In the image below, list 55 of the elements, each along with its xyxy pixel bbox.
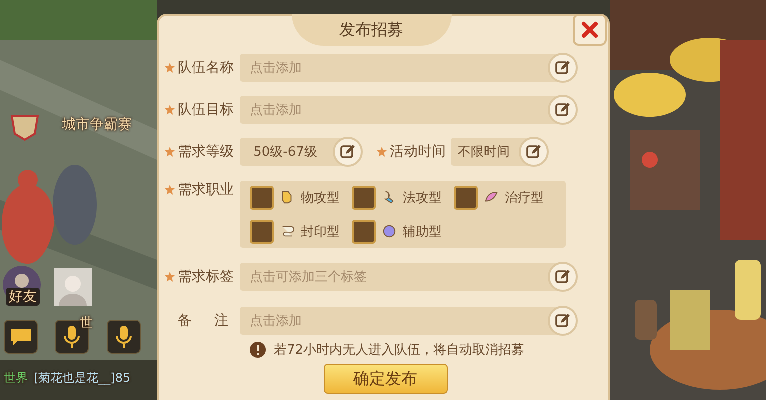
- edit-button[interactable]: [548, 53, 578, 83]
- edit-button[interactable]: [548, 262, 578, 292]
- microphone-icon: [115, 325, 133, 349]
- checkbox[interactable]: [250, 220, 274, 244]
- asterisk-icon: [165, 185, 175, 195]
- edit-button[interactable]: [548, 306, 578, 336]
- asterisk-icon: [165, 105, 175, 115]
- confirm-button[interactable]: 确定发布: [324, 364, 448, 394]
- asterisk-icon: [165, 63, 175, 73]
- edit-icon: [555, 269, 571, 285]
- chat-button[interactable]: [4, 320, 38, 354]
- field-label: 队伍目标: [165, 101, 240, 119]
- microphone-icon: [63, 325, 81, 349]
- event-label[interactable]: 城市争霸赛: [62, 116, 132, 134]
- portrait-icon: [54, 268, 92, 306]
- job-label: 辅助型: [403, 224, 442, 240]
- speech-bubble-icon: [9, 327, 33, 347]
- checkbox[interactable]: [352, 186, 376, 210]
- job-label: 物攻型: [301, 190, 340, 206]
- edit-button[interactable]: [519, 137, 549, 167]
- field-label: 活动时间: [377, 143, 449, 161]
- field-label: 需求等级: [165, 143, 240, 161]
- asterisk-icon: [377, 147, 387, 157]
- chat-message: [菊花也是花__]85: [34, 370, 131, 387]
- friends-label[interactable]: 好友: [6, 288, 40, 306]
- job-label: 封印型: [301, 224, 340, 240]
- orb-icon: [382, 224, 397, 239]
- edit-icon: [555, 102, 571, 118]
- edit-icon: [555, 313, 571, 329]
- dialog-title: 发布招募: [292, 14, 452, 46]
- chat-channel: 世界: [4, 370, 28, 387]
- checkbox[interactable]: [352, 220, 376, 244]
- asterisk-icon: [165, 272, 175, 282]
- field-label: 队伍名称: [165, 59, 240, 77]
- close-icon: [581, 21, 599, 39]
- channel-label: 世: [80, 315, 93, 332]
- job-label: 治疗型: [505, 190, 544, 206]
- checkbox[interactable]: [250, 186, 274, 210]
- edit-button[interactable]: [333, 137, 363, 167]
- job-label: 法攻型: [403, 190, 442, 206]
- asterisk-icon: [165, 147, 175, 157]
- voice-button[interactable]: [107, 320, 141, 354]
- field-label: 需求职业: [165, 181, 240, 199]
- field-label: 备 注: [177, 312, 230, 330]
- field-label: 需求标签: [165, 268, 240, 286]
- edit-button[interactable]: [548, 95, 578, 125]
- emblem-icon: [8, 112, 42, 142]
- edit-icon: [340, 144, 356, 160]
- notice-text: 若72小时内无人进入队伍，将自动取消招募: [274, 342, 525, 359]
- checkbox[interactable]: [454, 186, 478, 210]
- warning-icon: [250, 342, 266, 358]
- edit-icon: [526, 144, 542, 160]
- close-button[interactable]: [573, 14, 607, 46]
- edit-icon: [555, 60, 571, 76]
- scroll-icon: [280, 224, 295, 239]
